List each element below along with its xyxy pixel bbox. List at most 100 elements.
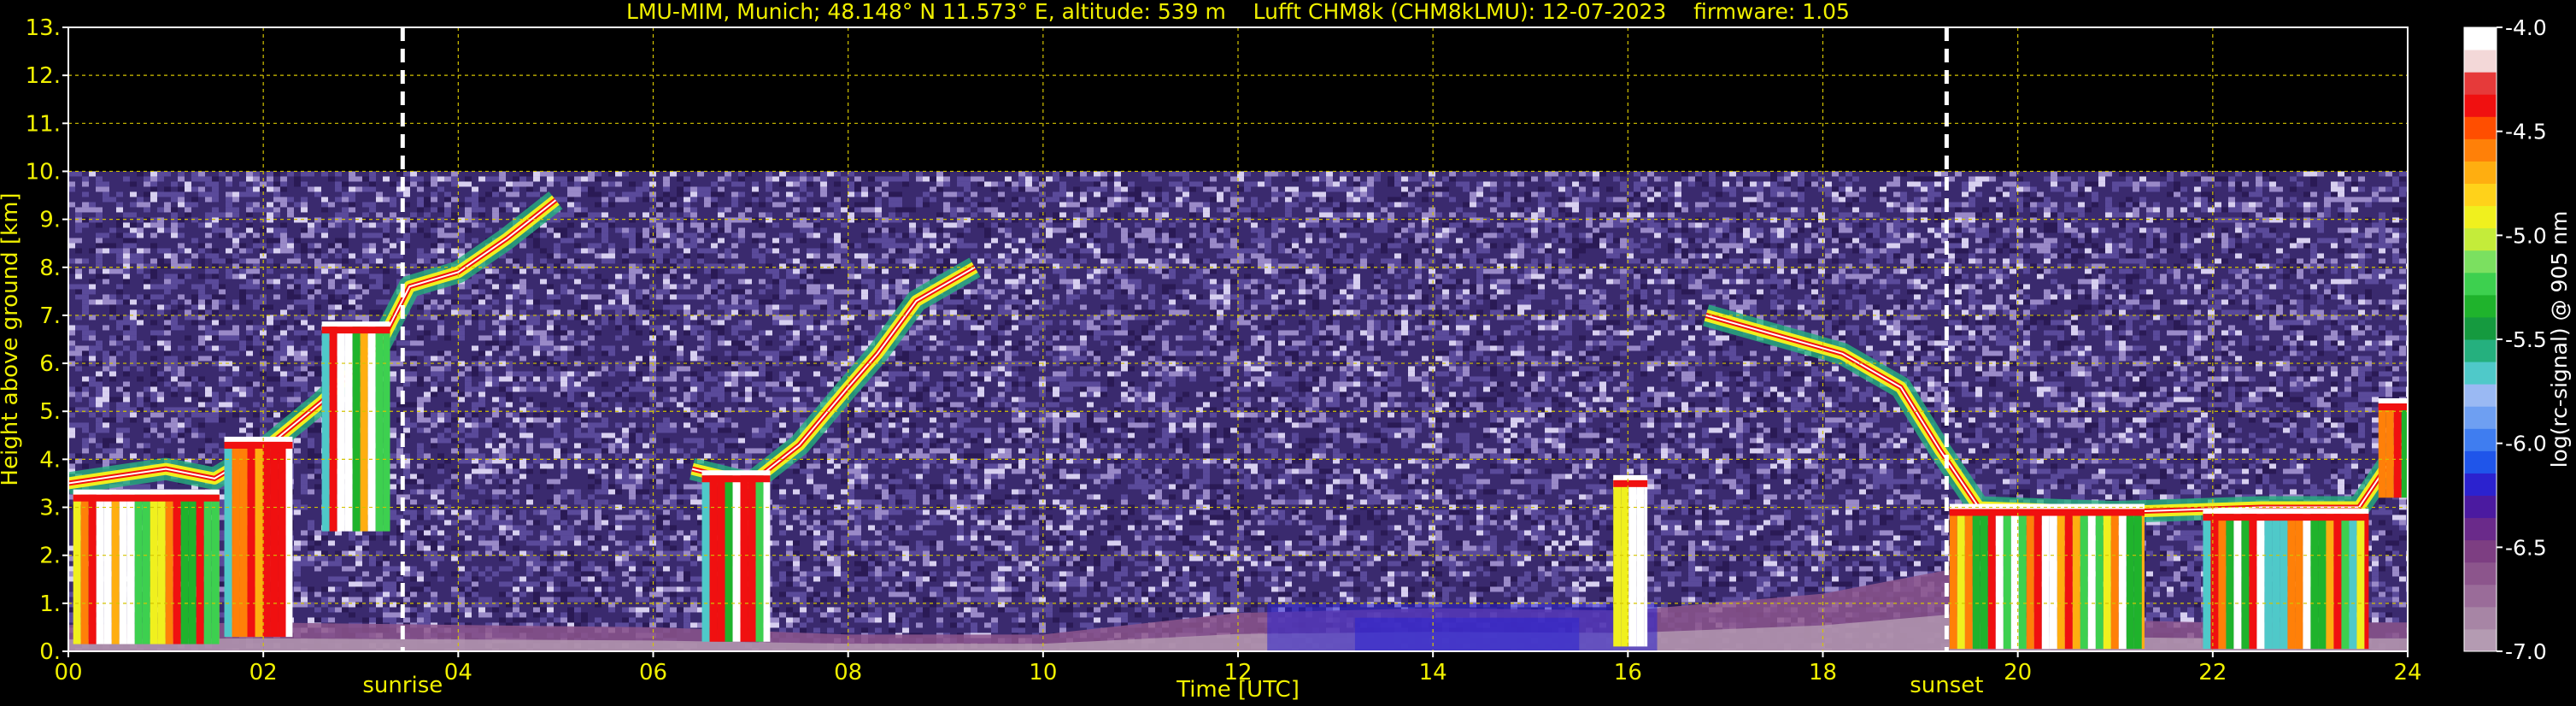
noise-cell bbox=[800, 171, 807, 177]
noise-cell bbox=[294, 279, 301, 285]
noise-cell bbox=[643, 386, 649, 392]
noise-cell bbox=[533, 540, 540, 546]
noise-cell bbox=[513, 376, 519, 382]
noise-cell bbox=[711, 427, 718, 433]
noise-cell bbox=[390, 484, 396, 490]
noise-cell bbox=[267, 386, 273, 392]
noise-cell bbox=[506, 566, 513, 572]
noise-cell bbox=[383, 607, 390, 613]
noise-cell bbox=[793, 381, 800, 387]
noise-cell bbox=[793, 576, 800, 582]
noise-cell bbox=[793, 591, 800, 597]
noise-cell bbox=[526, 571, 533, 577]
noise-cell bbox=[513, 617, 519, 623]
noise-cell bbox=[533, 345, 540, 351]
noise-cell bbox=[704, 366, 711, 372]
noise-cell bbox=[519, 397, 526, 403]
noise-cell bbox=[615, 197, 622, 203]
noise-cell bbox=[519, 335, 526, 341]
noise-cell bbox=[547, 268, 554, 274]
noise-cell bbox=[786, 197, 793, 203]
noise-cell bbox=[301, 556, 308, 562]
noise-cell bbox=[144, 427, 150, 433]
noise-cell bbox=[417, 397, 424, 403]
noise-cell bbox=[478, 381, 485, 387]
noise-cell bbox=[554, 540, 560, 546]
noise-cell bbox=[437, 371, 444, 377]
noise-cell bbox=[437, 376, 444, 382]
noise-cell bbox=[547, 320, 554, 326]
noise-cell bbox=[711, 356, 718, 362]
noise-cell bbox=[294, 258, 301, 264]
noise-cell bbox=[554, 443, 560, 449]
noise-cell bbox=[410, 535, 417, 541]
noise-cell bbox=[745, 453, 752, 459]
noise-cell bbox=[554, 422, 560, 428]
noise-cell bbox=[622, 427, 629, 433]
noise-cell bbox=[472, 186, 478, 192]
noise-cell bbox=[321, 556, 328, 562]
noise-cell bbox=[410, 566, 417, 572]
noise-cell bbox=[185, 248, 191, 254]
noise-cell bbox=[417, 412, 424, 418]
noise-cell bbox=[103, 356, 109, 362]
noise-cell bbox=[615, 443, 622, 449]
noise-cell bbox=[697, 171, 704, 177]
noise-cell bbox=[718, 227, 725, 233]
noise-cell bbox=[540, 438, 547, 444]
noise-cell bbox=[793, 258, 800, 264]
noise-cell bbox=[178, 412, 185, 418]
noise-cell bbox=[444, 202, 451, 208]
noise-cell bbox=[103, 448, 109, 454]
noise-cell bbox=[731, 217, 738, 223]
noise-cell bbox=[629, 422, 636, 428]
noise-cell bbox=[68, 340, 75, 346]
noise-cell bbox=[636, 453, 643, 459]
noise-cell bbox=[560, 258, 567, 264]
noise-cell bbox=[752, 381, 759, 387]
noise-cell bbox=[417, 571, 424, 577]
noise-cell bbox=[615, 402, 622, 408]
noise-cell bbox=[444, 386, 451, 392]
noise-cell bbox=[226, 258, 232, 264]
noise-cell bbox=[766, 181, 772, 187]
noise-cell bbox=[185, 186, 191, 192]
noise-cell bbox=[383, 561, 390, 567]
noise-cell bbox=[663, 581, 670, 587]
noise-cell bbox=[123, 320, 130, 326]
noise-cell bbox=[219, 289, 226, 295]
noise-cell bbox=[349, 279, 355, 285]
noise-cell bbox=[150, 422, 157, 428]
noise-cell bbox=[766, 381, 772, 387]
noise-cell bbox=[752, 248, 759, 254]
noise-cell bbox=[212, 186, 219, 192]
noise-cell bbox=[246, 268, 253, 274]
noise-cell bbox=[116, 268, 123, 274]
noise-cell bbox=[656, 520, 663, 526]
noise-cell bbox=[554, 176, 560, 182]
noise-cell bbox=[595, 468, 601, 474]
noise-cell bbox=[465, 207, 472, 213]
noise-cell bbox=[636, 576, 643, 582]
noise-cell bbox=[75, 453, 82, 459]
noise-cell bbox=[232, 304, 239, 310]
noise-cell bbox=[499, 535, 506, 541]
noise-cell bbox=[232, 325, 239, 331]
noise-cell bbox=[157, 371, 164, 377]
noise-cell bbox=[731, 325, 738, 331]
noise-cell bbox=[478, 463, 485, 469]
noise-cell bbox=[362, 232, 369, 238]
noise-cell bbox=[273, 248, 280, 254]
noise-cell bbox=[492, 474, 499, 479]
noise-cell bbox=[68, 186, 75, 192]
noise-cell bbox=[178, 371, 185, 377]
noise-cell bbox=[499, 402, 506, 408]
noise-cell bbox=[704, 263, 711, 269]
noise-cell bbox=[89, 330, 96, 336]
noise-cell bbox=[759, 386, 766, 392]
noise-cell bbox=[212, 412, 219, 418]
noise-cell bbox=[205, 309, 212, 315]
noise-cell bbox=[663, 279, 670, 285]
noise-cell bbox=[519, 289, 526, 295]
noise-cell bbox=[738, 217, 745, 223]
